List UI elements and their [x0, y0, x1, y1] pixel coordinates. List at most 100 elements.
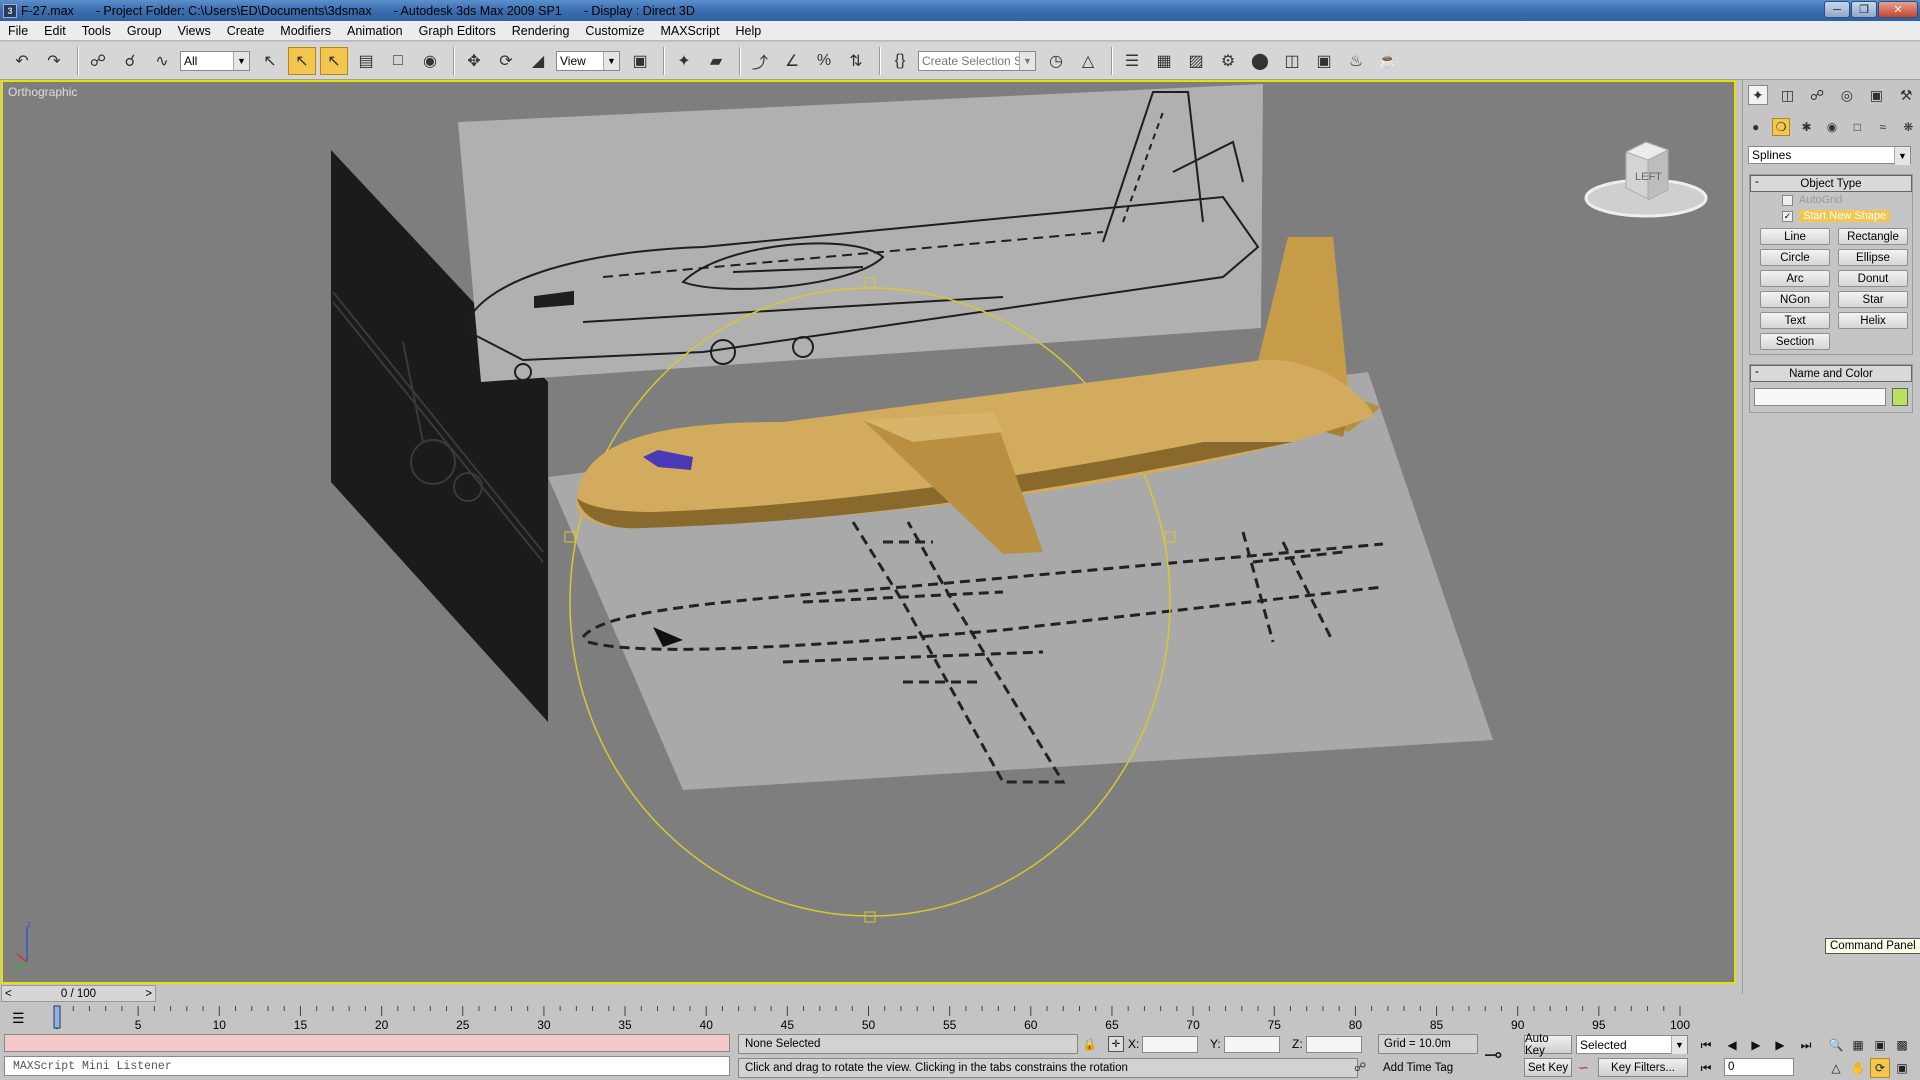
key-mode-toggle-icon[interactable]: ⏮	[1696, 1058, 1716, 1078]
open-mini-curve-editor-icon[interactable]: ☰	[12, 1010, 25, 1027]
select-and-link-icon[interactable]: ☍	[84, 47, 112, 75]
arc-rotate-icon[interactable]: ⟳	[1870, 1058, 1890, 1078]
key-filters-button[interactable]: Key Filters...	[1598, 1058, 1688, 1077]
select-object-icon[interactable]: ↖	[256, 47, 284, 75]
selection-filter-dropdown[interactable]: All ▼	[180, 50, 250, 71]
trackbar-ruler[interactable]: 0510152025303540455055606570758085909510…	[0, 1004, 1740, 1034]
space-warps-icon[interactable]: ≈	[1874, 118, 1892, 136]
menu-maxscript[interactable]: MAXScript	[652, 24, 727, 38]
snaps-toggle-icon[interactable]: ⤴	[746, 47, 774, 75]
shapes-icon[interactable]: ❍	[1772, 118, 1791, 136]
coord-x-field[interactable]	[1142, 1035, 1199, 1053]
previous-frame-icon[interactable]: ◀	[1722, 1035, 1742, 1055]
next-frame-icon[interactable]: ▶	[1770, 1035, 1790, 1055]
time-slider-thumb[interactable]: < 0 / 100 >	[1, 985, 156, 1002]
object-type-header[interactable]: - Object Type	[1750, 175, 1912, 192]
maxscript-listener[interactable]: MAXScript Mini Listener	[4, 1056, 730, 1076]
object-name-field[interactable]	[1754, 388, 1886, 406]
time-slider-next-icon[interactable]: >	[145, 988, 152, 1000]
reference-coordinate-dropdown[interactable]: View ▼	[556, 50, 620, 71]
zoom-extents-icon[interactable]: ▣	[1870, 1035, 1890, 1055]
angle-snap-icon[interactable]: ∠	[778, 47, 806, 75]
gizmo-handle-bottom[interactable]	[864, 911, 876, 923]
scene-canvas[interactable]: z	[3, 82, 1736, 984]
render-teapot-icon[interactable]: ☕	[1374, 47, 1402, 75]
layer-manager-icon[interactable]: ☰	[1118, 47, 1146, 75]
go-to-end-icon[interactable]: ⏭	[1796, 1035, 1816, 1055]
menu-create[interactable]: Create	[219, 24, 273, 38]
menu-tools[interactable]: Tools	[74, 24, 119, 38]
menu-modifiers[interactable]: Modifiers	[272, 24, 339, 38]
keyboard-shortcut-override-icon[interactable]: ▰	[702, 47, 730, 75]
align-icon[interactable]: △	[1074, 47, 1102, 75]
maximize-viewport-icon[interactable]: ▣	[1892, 1058, 1912, 1078]
create-tab-icon[interactable]: ✦	[1747, 85, 1768, 105]
maximize-button[interactable]: ❐	[1851, 1, 1877, 18]
curve-editor-icon[interactable]: ▨	[1182, 47, 1210, 75]
pan-view-icon[interactable]: ✋	[1848, 1058, 1868, 1078]
helpers-icon[interactable]: □	[1848, 118, 1866, 136]
render-setup-icon[interactable]: ◫	[1278, 47, 1306, 75]
time-slider[interactable]: < 0 / 100 >	[1, 985, 1736, 1002]
cameras-icon[interactable]: ◉	[1823, 118, 1841, 136]
ngon-button[interactable]: NGon	[1760, 291, 1830, 308]
select-and-rotate-icon[interactable]: ⟳	[492, 47, 520, 75]
percent-snap-icon[interactable]: %	[810, 47, 838, 75]
zoom-extents-all-icon[interactable]: ▩	[1892, 1035, 1912, 1055]
select-and-scale-icon[interactable]: ◢	[524, 47, 552, 75]
time-slider-prev-icon[interactable]: <	[5, 988, 12, 1000]
absolute-mode-icon[interactable]: ✛	[1108, 1036, 1124, 1052]
close-button[interactable]: ✕	[1878, 1, 1918, 18]
schematic-view-icon[interactable]: ⚙	[1214, 47, 1242, 75]
donut-button[interactable]: Donut	[1838, 270, 1908, 287]
viewport-label[interactable]: Orthographic	[8, 85, 77, 99]
window-crossing-icon[interactable]: □	[384, 47, 412, 75]
circle-button[interactable]: Circle	[1760, 249, 1830, 266]
name-and-color-header[interactable]: - Name and Color	[1750, 365, 1912, 382]
auto-key-button[interactable]: Auto Key	[1524, 1033, 1572, 1057]
ellipse-button[interactable]: Ellipse	[1838, 249, 1908, 266]
viewcube[interactable]: LEFT	[1583, 138, 1709, 218]
menu-file[interactable]: File	[0, 24, 36, 38]
add-time-tag[interactable]: Add Time Tag	[1378, 1058, 1478, 1078]
field-of-view-icon[interactable]: △	[1826, 1058, 1846, 1078]
menu-customize[interactable]: Customize	[577, 24, 652, 38]
lock-icon[interactable]: 🔒	[1082, 1037, 1097, 1051]
render-production-icon[interactable]: ♨	[1342, 47, 1370, 75]
systems-icon[interactable]: ❋	[1899, 118, 1917, 136]
time-tag-icon[interactable]: ☍	[1354, 1060, 1370, 1076]
modify-tab-icon[interactable]: ◫	[1777, 85, 1797, 105]
viewport-orthographic[interactable]: z Orthographic LEFT	[1, 80, 1736, 984]
rendered-frame-window-icon[interactable]: ▣	[1310, 47, 1338, 75]
autogrid-checkbox[interactable]	[1782, 194, 1793, 206]
play-icon[interactable]: ▶	[1746, 1035, 1766, 1055]
go-to-start-icon[interactable]: ⏮	[1696, 1035, 1716, 1055]
edit-named-selection-icon[interactable]: {}	[886, 47, 914, 75]
current-frame-field[interactable]: 0	[1724, 1058, 1794, 1076]
zoom-icon[interactable]: 🔍	[1826, 1035, 1846, 1055]
menu-graph-editors[interactable]: Graph Editors	[411, 24, 504, 38]
select-and-move-icon[interactable]: ✥	[460, 47, 488, 75]
mirror-icon[interactable]: ◷	[1042, 47, 1070, 75]
coord-z-field[interactable]	[1305, 1035, 1362, 1053]
minimize-button[interactable]: ─	[1824, 1, 1850, 18]
window-crossing-toggle-icon[interactable]: ◉	[416, 47, 444, 75]
zoom-all-icon[interactable]: ▦	[1848, 1035, 1868, 1055]
hierarchy-tab-icon[interactable]: ☍	[1807, 85, 1827, 105]
star-button[interactable]: Star	[1838, 291, 1908, 308]
rectangular-selection-icon[interactable]: ▤	[352, 47, 380, 75]
rectangle-button[interactable]: Rectangle	[1838, 228, 1908, 245]
menu-views[interactable]: Views	[170, 24, 219, 38]
coord-y-field[interactable]	[1223, 1035, 1280, 1053]
helix-button[interactable]: Helix	[1838, 312, 1908, 329]
select-region-icon[interactable]: ↖	[320, 46, 348, 75]
text-button[interactable]: Text	[1760, 312, 1830, 329]
object-color-swatch[interactable]	[1892, 388, 1908, 406]
menu-edit[interactable]: Edit	[36, 24, 74, 38]
menu-group[interactable]: Group	[119, 24, 170, 38]
bind-to-space-warp-icon[interactable]: ∿	[148, 47, 176, 75]
display-tab-icon[interactable]: ▣	[1866, 85, 1886, 105]
default-tangent-icon[interactable]: ∽	[1578, 1060, 1589, 1076]
select-by-name-icon[interactable]: ↖	[288, 46, 316, 75]
graphite-modeling-icon[interactable]: ▦	[1150, 47, 1178, 75]
